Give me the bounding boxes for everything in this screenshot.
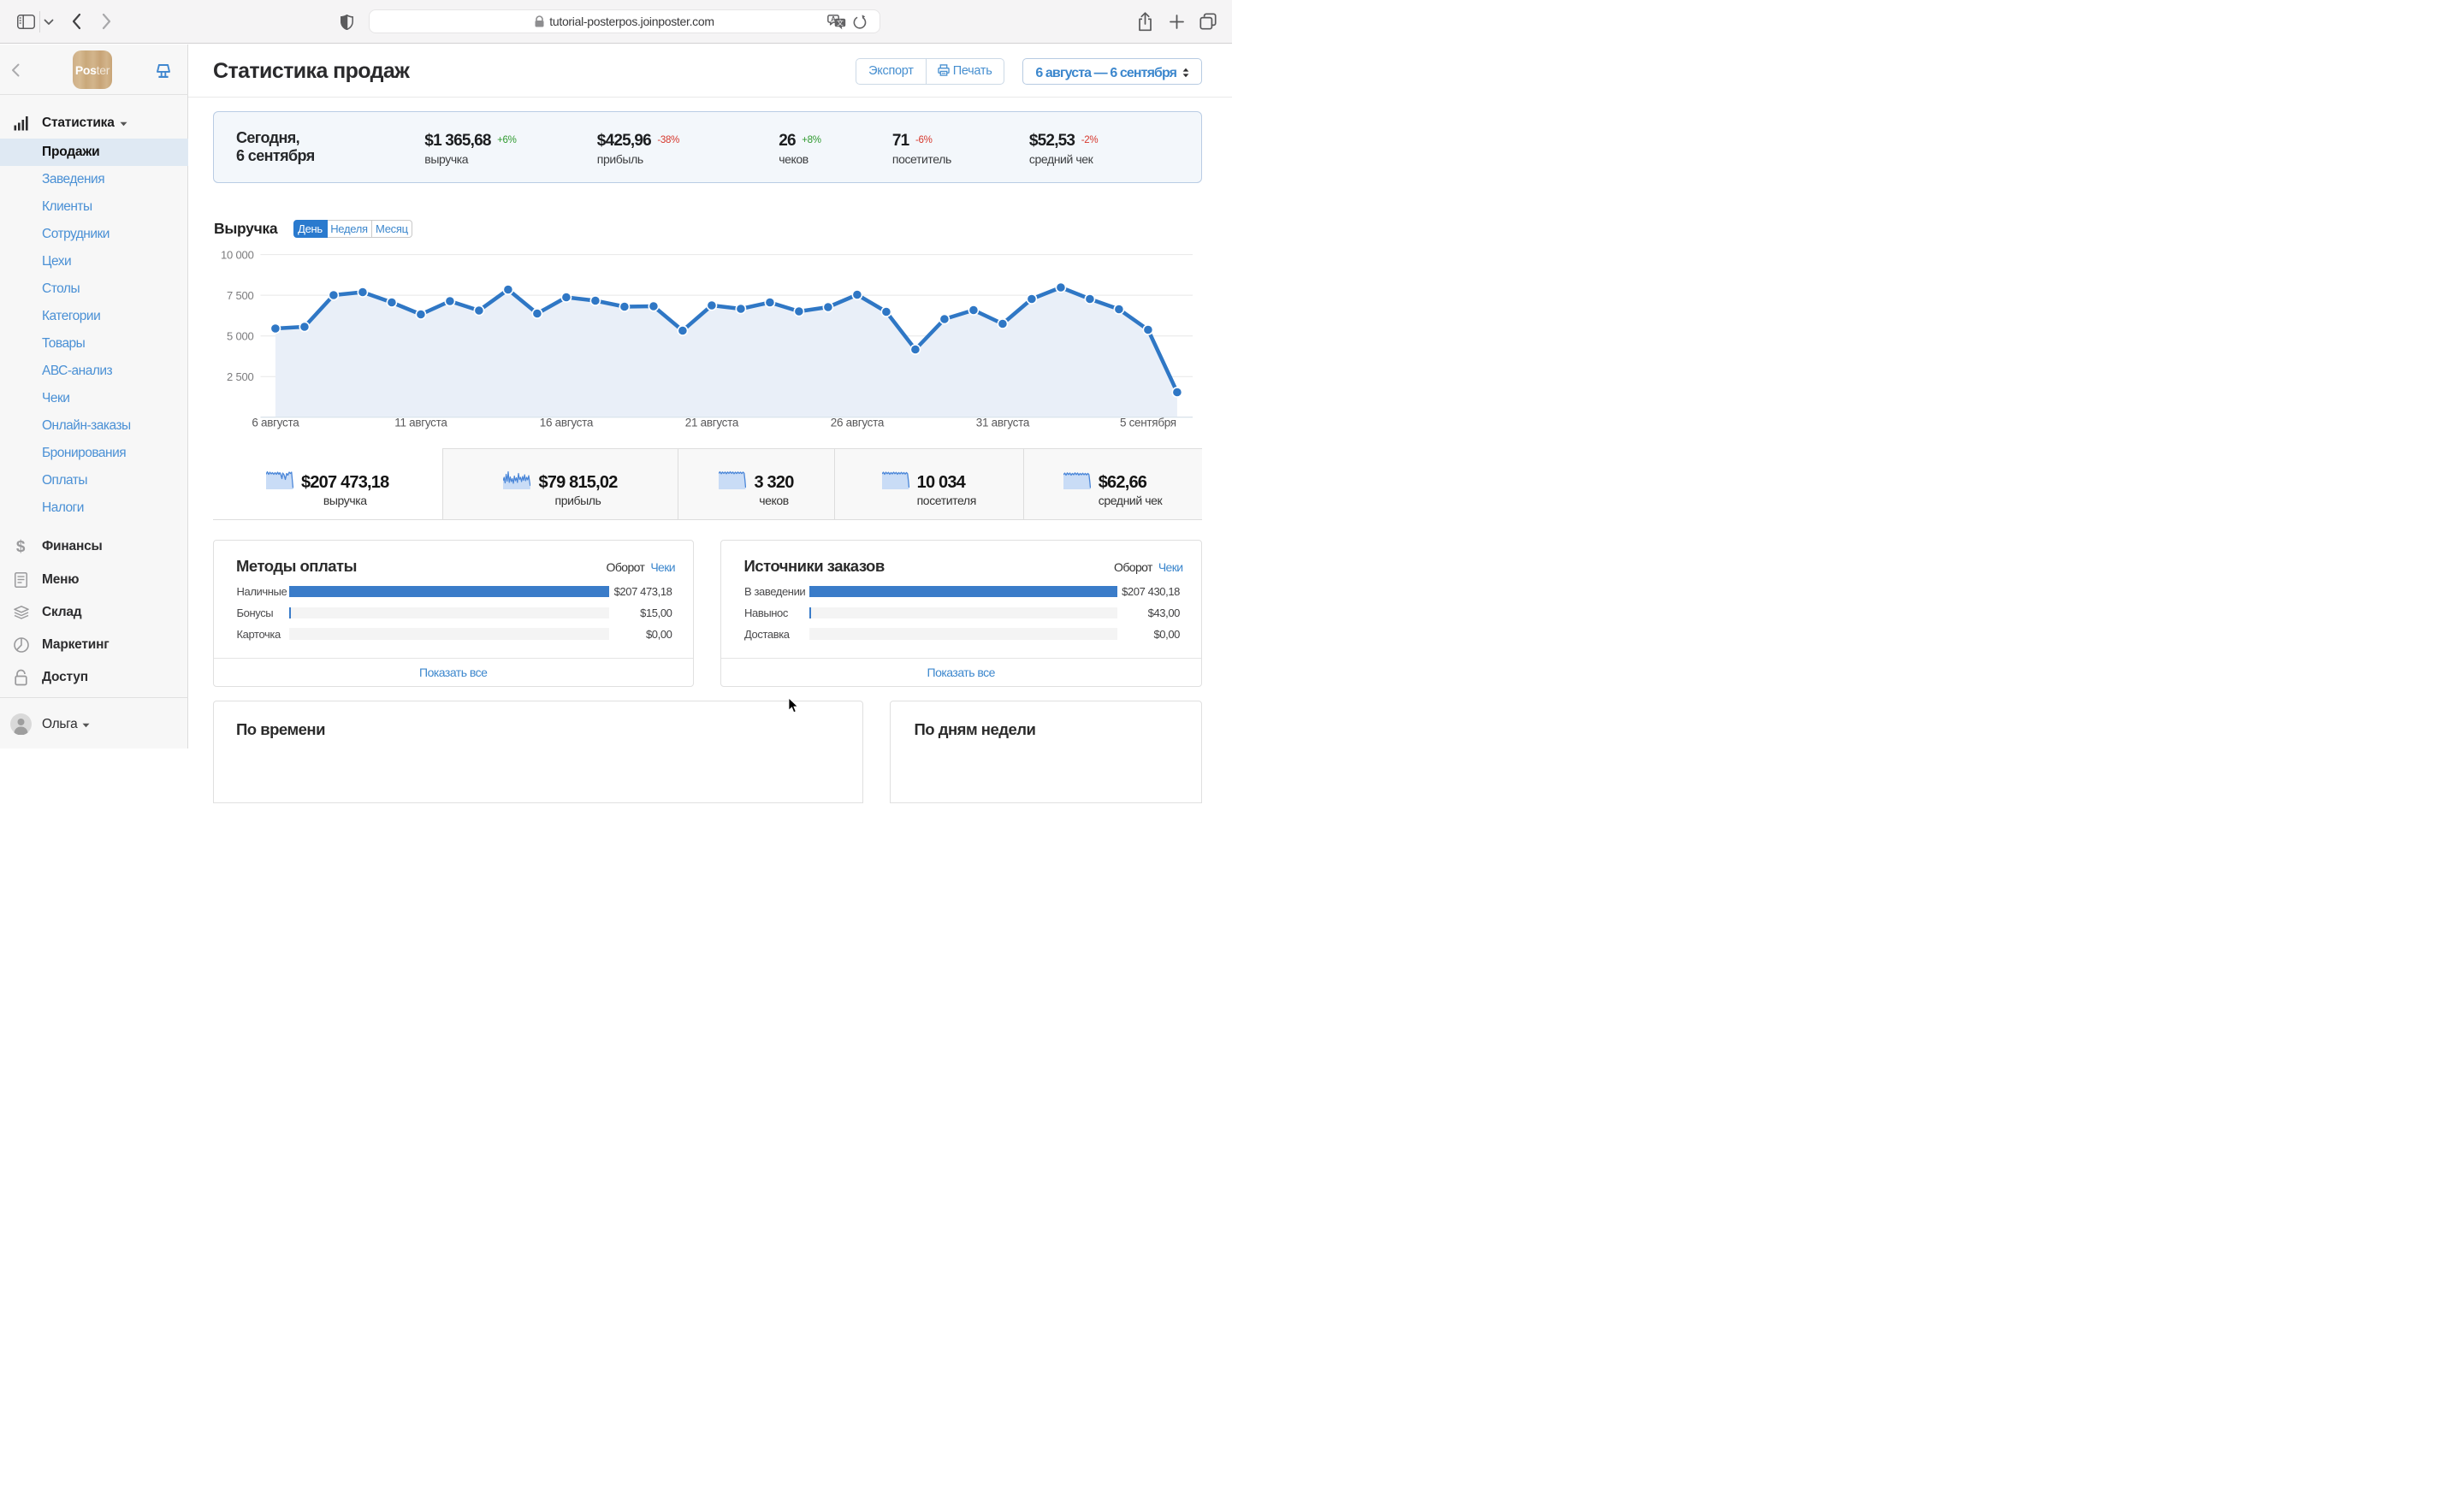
svg-text:6 августа: 6 августа (252, 417, 299, 429)
svg-text:10 000: 10 000 (221, 248, 254, 261)
svg-text:21 августа: 21 августа (685, 417, 739, 429)
svg-text:16 августа: 16 августа (540, 417, 594, 429)
svg-text:文: 文 (837, 18, 844, 27)
svg-text:5 сентября: 5 сентября (1120, 417, 1176, 429)
svg-text:7 500: 7 500 (227, 289, 254, 302)
svg-text:5 000: 5 000 (227, 329, 254, 342)
svg-text:2 500: 2 500 (227, 370, 254, 383)
svg-text:11 августа: 11 августа (394, 417, 447, 429)
svg-text:26 августа: 26 августа (831, 417, 885, 429)
svg-text:31 августа: 31 августа (976, 417, 1030, 429)
svg-text:$: $ (16, 538, 26, 555)
